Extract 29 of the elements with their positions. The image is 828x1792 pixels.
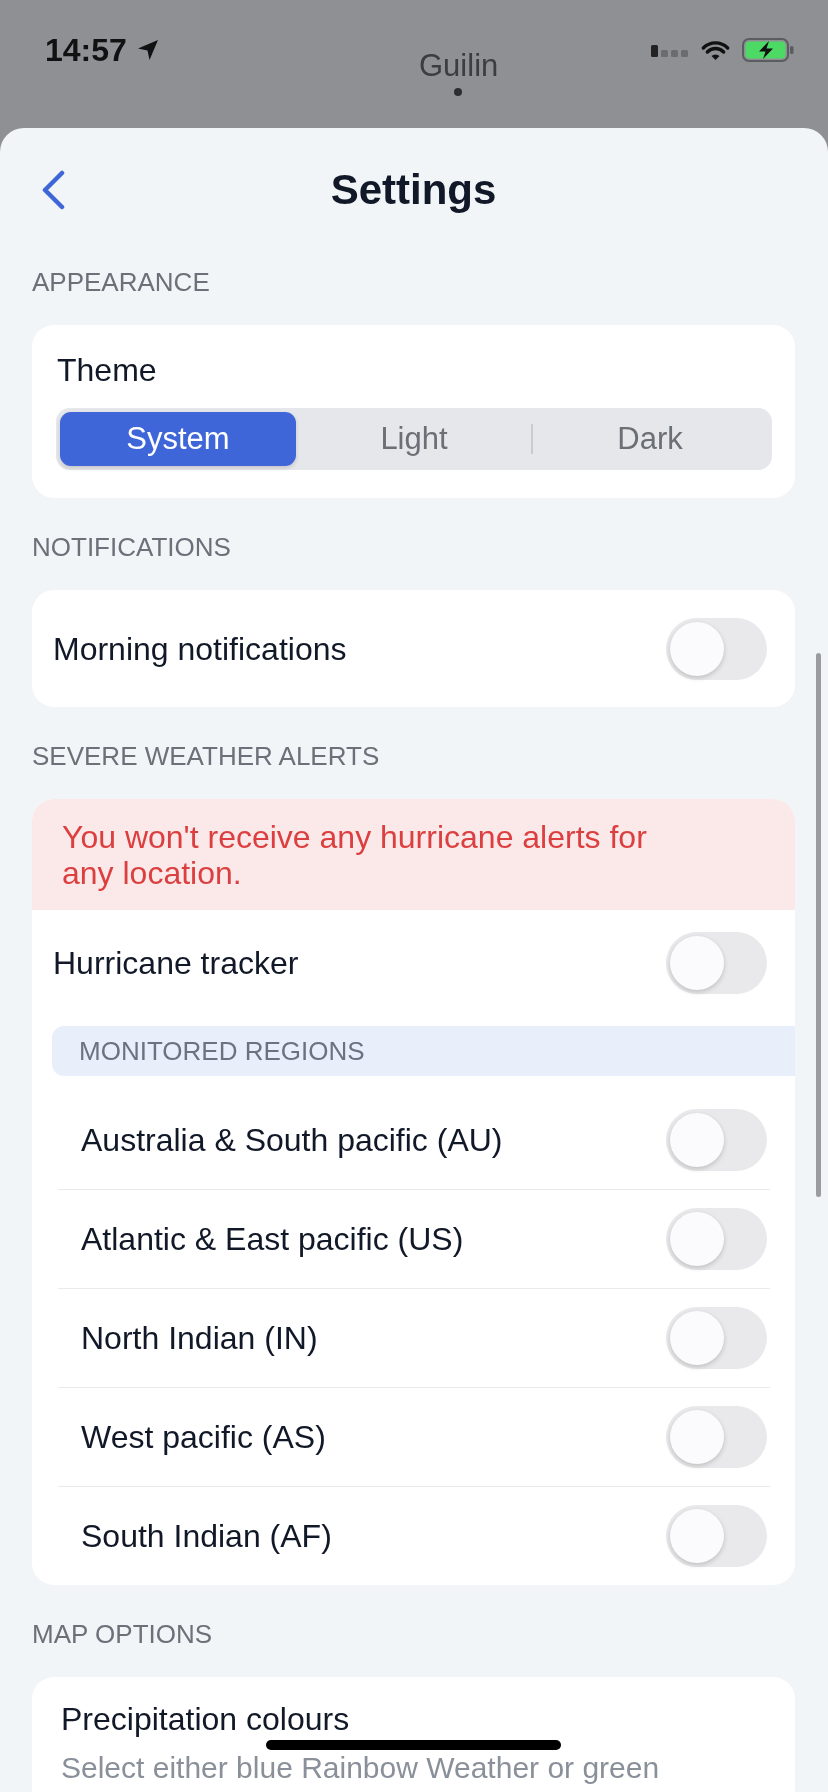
- section-title: MAP OPTIONS: [32, 1619, 214, 1649]
- setting-title: Precipitation colours: [61, 1701, 351, 1737]
- region-label: South Indian (AF): [81, 1517, 332, 1555]
- location-arrow-icon: [135, 38, 160, 62]
- wifi-icon: [700, 38, 731, 62]
- page-title: Settings: [330, 168, 497, 212]
- section-title: APPEARANCE: [32, 267, 211, 297]
- back-button[interactable]: [40, 170, 66, 210]
- setting-description: Select either blue Rainbow Weather or green: [61, 1751, 661, 1785]
- segmented-option[interactable]: Light: [296, 412, 532, 466]
- section-title: NOTIFICATIONS: [32, 532, 232, 562]
- battery-charging-icon: [742, 38, 794, 62]
- region-label: North Indian (IN): [81, 1319, 318, 1357]
- setting-label: Hurricane tracker: [53, 944, 299, 982]
- setting-label: Morning notifications: [53, 629, 347, 668]
- segmented-option[interactable]: Dark: [532, 412, 768, 466]
- map-place-label: Guilin: [419, 48, 499, 84]
- chevron-left-icon: [40, 170, 66, 210]
- segmented-option[interactable]: System: [60, 412, 296, 466]
- city-dot-icon: [454, 88, 462, 96]
- region-label: Australia & South pacific (AU): [81, 1120, 503, 1159]
- status-time: 14:57: [45, 32, 127, 68]
- group-header: MONITORED REGIONS: [52, 1026, 795, 1076]
- section-title: SEVERE WEATHER ALERTS: [32, 741, 381, 771]
- region-label: Atlantic & East pacific (US): [81, 1220, 464, 1258]
- region-label: West pacific (AS): [81, 1418, 326, 1456]
- signal-icon: [651, 45, 689, 57]
- warning-message: You won't receive any hurricane alerts for any location.: [32, 799, 795, 910]
- setting-label: Theme: [56, 351, 158, 389]
